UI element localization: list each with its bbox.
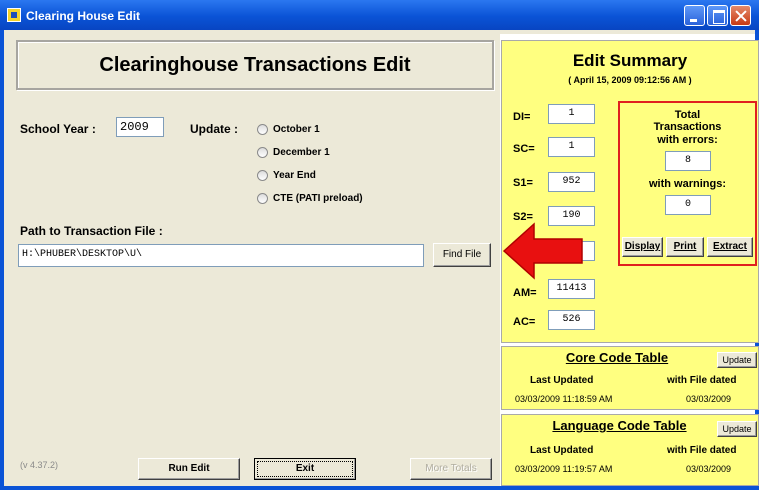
window-title: Clearing House Edit	[26, 9, 141, 23]
maximize-button[interactable]	[707, 5, 728, 26]
radio-december-1[interactable]: December 1	[257, 144, 330, 160]
radio-label: October 1	[273, 123, 320, 135]
path-label: Path to Transaction File :	[20, 224, 163, 238]
radio-cte-pati-preload[interactable]: CTE (PATI preload)	[257, 190, 363, 206]
count-label-sc: SC=	[513, 143, 535, 155]
radio-circle-icon[interactable]	[257, 123, 268, 135]
count-field-s1: 952	[548, 172, 595, 192]
count-field-sc: 1	[548, 137, 595, 157]
warnings-label: with warnings:	[649, 178, 726, 190]
minimize-button[interactable]	[684, 5, 705, 26]
school-year-input[interactable]: 2009	[116, 117, 164, 137]
print-label: Print	[673, 241, 697, 252]
radio-label: Year End	[273, 169, 316, 181]
header-box: Clearinghouse Transactions Edit	[16, 40, 494, 90]
count-field-ac: 526	[548, 310, 595, 330]
radio-label: CTE (PATI preload)	[273, 192, 363, 204]
radio-year-end[interactable]: Year End	[257, 167, 316, 183]
update-label: Update :	[190, 122, 238, 136]
radio-october-1[interactable]: October 1	[257, 121, 320, 137]
exit-button[interactable]: Exit	[254, 458, 356, 480]
title-bar[interactable]: Clearing House Edit	[0, 0, 759, 30]
red-arrow-shape	[502, 222, 583, 280]
language-last-updated-value: 03/03/2009 11:19:57 AM	[515, 464, 613, 474]
language-code-table-panel: Language Code Table Update Last Updated …	[501, 414, 759, 486]
radio-label: December 1	[273, 146, 330, 158]
errors-count-field: 8	[665, 151, 711, 171]
path-input[interactable]: H:\PHUBER\DESKTOP\U\	[18, 244, 424, 267]
language-last-updated-label: Last Updated	[530, 445, 594, 456]
more-totals-button[interactable]: More Totals	[410, 458, 492, 480]
school-year-label: School Year :	[20, 122, 96, 136]
count-field-di: 1	[548, 104, 595, 124]
extract-label: Extract	[713, 241, 747, 252]
core-code-update-button[interactable]: Update	[717, 352, 757, 368]
core-last-updated-label: Last Updated	[530, 375, 594, 386]
core-code-table-panel: Core Code Table Update Last Updated with…	[501, 346, 759, 410]
core-file-dated-value: 03/03/2009	[686, 394, 732, 404]
count-label-ac: AC=	[513, 316, 536, 328]
core-file-dated-label: with File dated	[667, 375, 737, 386]
radio-circle-icon[interactable]	[257, 146, 268, 158]
close-button[interactable]	[730, 5, 751, 26]
count-label-s1: S1=	[513, 177, 533, 189]
warnings-count-field: 0	[665, 195, 711, 215]
run-edit-label: Run Edit	[168, 463, 210, 474]
count-label-di: DI=	[513, 111, 531, 123]
exit-label: Exit	[295, 463, 315, 474]
app-icon	[7, 8, 21, 22]
edit-summary-title: Edit Summary	[572, 51, 688, 70]
display-button[interactable]: Display	[622, 237, 663, 257]
radio-circle-icon[interactable]	[257, 169, 268, 181]
run-edit-button[interactable]: Run Edit	[138, 458, 240, 480]
total-transactions-title: Total Transactions	[653, 109, 722, 133]
extract-button[interactable]: Extract	[707, 237, 753, 257]
core-code-table-title: Core Code Table	[565, 350, 669, 365]
print-button[interactable]: Print	[666, 237, 704, 257]
language-code-table-title: Language Code Table	[552, 418, 687, 433]
red-arrow-icon	[502, 222, 583, 280]
core-last-updated-value: 03/03/2009 11:18:59 AM	[515, 394, 613, 404]
total-transactions-box: Total Transactions with errors: 8 with w…	[618, 101, 757, 266]
errors-label: with errors:	[657, 134, 718, 146]
language-file-dated-label: with File dated	[667, 445, 737, 456]
count-label-am: AM=	[513, 287, 537, 299]
version-label: (v 4.37.2)	[20, 460, 59, 470]
edit-summary-date: ( April 15, 2009 09:12:56 AM )	[568, 75, 692, 85]
find-file-button[interactable]: Find File	[433, 243, 491, 267]
radio-circle-icon[interactable]	[257, 192, 268, 204]
language-file-dated-value: 03/03/2009	[686, 464, 732, 474]
page-title: Clearinghouse Transactions Edit	[99, 54, 411, 76]
language-code-update-button[interactable]: Update	[717, 421, 757, 437]
count-field-am: 11413	[548, 279, 595, 299]
display-label: Display	[624, 241, 661, 252]
